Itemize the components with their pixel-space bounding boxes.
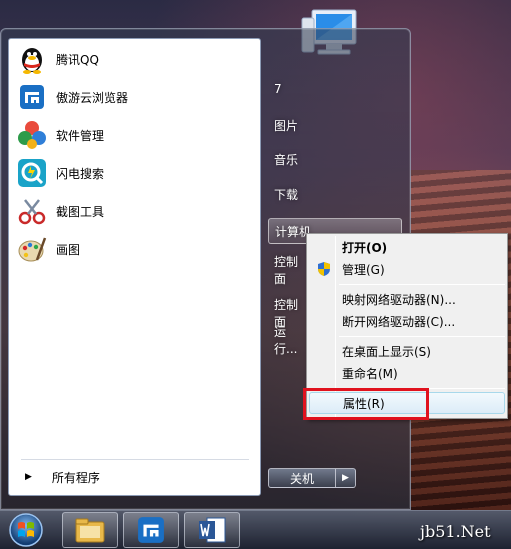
all-programs-label: 所有程序 — [51, 470, 100, 485]
word-icon — [199, 517, 226, 543]
program-item-qq[interactable]: 腾讯QQ — [12, 41, 258, 77]
maxthon-browser-icon — [138, 517, 164, 543]
program-item-maxthon[interactable]: 傲游云浏览器 — [12, 79, 258, 115]
right-item-user[interactable]: 7 — [268, 76, 402, 102]
program-item-snipping-tool[interactable]: 截图工具 — [12, 193, 258, 229]
menu-separator — [339, 336, 505, 337]
taskbar-file-explorer[interactable] — [62, 512, 118, 548]
lightning-search-icon — [16, 157, 48, 189]
menu-item-label: 重命名(M) — [342, 366, 398, 381]
right-item-pictures[interactable]: 图片 — [268, 112, 402, 138]
program-label: 腾讯QQ — [56, 52, 99, 67]
shutdown-options-arrow-icon[interactable]: ▶ — [336, 468, 356, 488]
menu-item-label: 断开网络驱动器(C)... — [342, 314, 456, 329]
right-item-run[interactable]: 运行... — [268, 325, 308, 356]
menu-item-label: 管理(G) — [342, 262, 385, 277]
qq-penguin-icon — [16, 43, 48, 75]
menu-item-label: 打开(O) — [342, 240, 388, 255]
program-label: 闪电搜索 — [56, 166, 105, 181]
paint-palette-icon — [16, 233, 48, 265]
triangle-right-icon: ▶ — [25, 472, 32, 482]
program-label: 傲游云浏览器 — [56, 90, 129, 105]
program-label: 画图 — [56, 242, 81, 257]
menu-item-disconnect-network-drive[interactable]: 断开网络驱动器(C)... — [309, 310, 505, 332]
right-item-control-panel[interactable]: 控制面 — [268, 255, 308, 286]
program-label: 截图工具 — [56, 204, 105, 219]
menu-item-manage[interactable]: 管理(G) — [309, 258, 505, 280]
watermark: jb51.Net — [420, 522, 491, 541]
divider — [21, 459, 249, 460]
shutdown-button[interactable]: 关机 — [268, 468, 336, 488]
menu-item-open[interactable]: 打开(O) — [309, 236, 505, 258]
menu-item-rename[interactable]: 重命名(M) — [309, 362, 505, 384]
maxthon-browser-icon — [16, 81, 48, 113]
taskbar-word[interactable] — [184, 512, 240, 548]
program-list-pane: 腾讯QQ 傲游云浏览器 软件管理 闪电搜索 截图工具 画图 ▶ 所有程序 — [8, 38, 261, 496]
right-item-music[interactable]: 音乐 — [268, 146, 402, 172]
snipping-tool-icon — [16, 195, 48, 227]
right-item-downloads[interactable]: 下载 — [268, 181, 402, 207]
menu-item-label: 映射网络驱动器(N)... — [342, 292, 456, 307]
menu-item-show-on-desktop[interactable]: 在桌面上显示(S) — [309, 340, 505, 362]
all-programs-button[interactable]: ▶ 所有程序 — [19, 465, 255, 489]
file-explorer-icon — [75, 518, 105, 543]
menu-separator — [339, 284, 505, 285]
menu-item-label: 在桌面上显示(S) — [342, 344, 431, 359]
highlight-box — [303, 388, 429, 420]
program-label: 软件管理 — [56, 128, 105, 143]
taskbar-maxthon-browser[interactable] — [123, 512, 179, 548]
program-item-software-manager[interactable]: 软件管理 — [12, 117, 258, 153]
menu-item-map-network-drive[interactable]: 映射网络驱动器(N)... — [309, 288, 505, 310]
program-item-paint[interactable]: 画图 — [12, 231, 258, 267]
software-manager-icon — [16, 119, 48, 151]
start-orb-icon[interactable] — [6, 512, 46, 548]
program-item-lightning-search[interactable]: 闪电搜索 — [12, 155, 258, 191]
uac-shield-icon — [318, 262, 330, 276]
